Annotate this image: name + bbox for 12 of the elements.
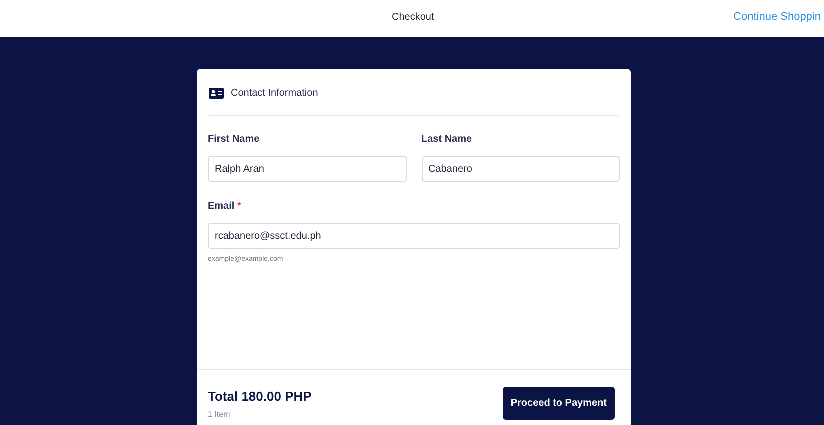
field-label: First Name — [208, 133, 261, 147]
field-label: Email * — [208, 200, 242, 214]
input-field[interactable]: rcabanero@ssct.edu.ph — [208, 223, 620, 249]
item-count: 1 Item — [208, 408, 232, 420]
field-label: Last Name — [422, 133, 474, 147]
contact-card-icon — [209, 88, 224, 99]
page-title: Checkout — [392, 11, 434, 25]
total-amount: Total 180.00 PHP — [208, 388, 312, 406]
proceed-to-payment-button[interactable]: Proceed to Payment — [502, 387, 615, 420]
section-title: Contact Information — [231, 87, 318, 101]
input-field[interactable]: Ralph Aran — [208, 156, 406, 182]
input-field[interactable]: Cabanero — [422, 156, 620, 182]
